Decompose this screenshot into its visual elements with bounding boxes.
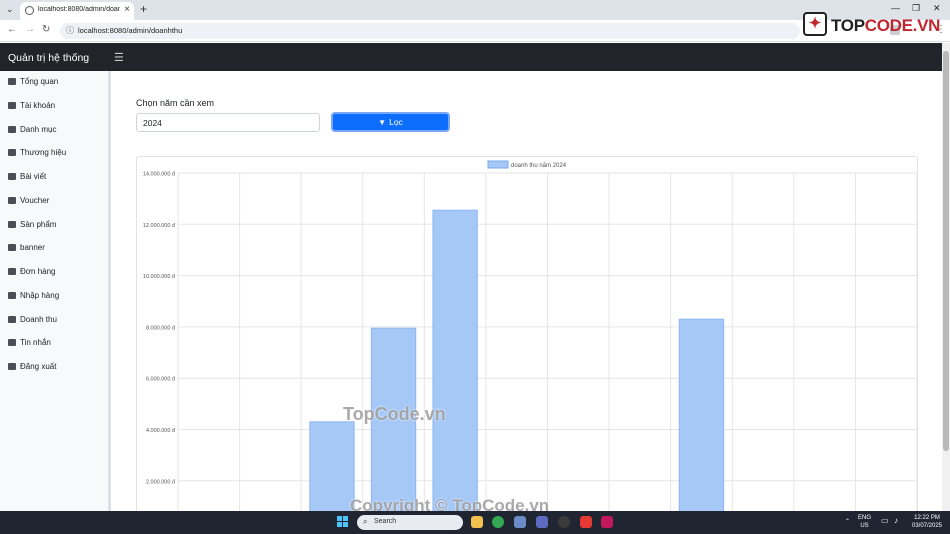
reload-icon[interactable]: ↻ — [42, 24, 50, 35]
logo-mark-icon: ✦ — [803, 12, 827, 36]
sidebar-item[interactable]: Voucher — [8, 196, 49, 210]
taskbar-search-placeholder: Search — [374, 518, 397, 525]
user-icon — [8, 101, 16, 109]
sidebar-item-label: Danh mục — [20, 124, 57, 134]
sidebar-item-label: Sản phẩm — [20, 219, 57, 229]
url-field[interactable]: ⓘ localhost:8080/admin/doanhthu — [60, 23, 800, 39]
forward-icon[interactable]: → — [25, 24, 35, 35]
sidebar-item[interactable]: Nhập hàng — [8, 291, 59, 305]
windows-start-icon[interactable] — [337, 516, 349, 528]
watermark-center: TopCode.vn — [343, 404, 446, 424]
sidebar-item-label: banner — [20, 243, 45, 253]
y-tick-label: 6.000.000 đ — [146, 377, 176, 383]
shirt-icon — [8, 220, 16, 228]
chat-icon — [8, 339, 16, 347]
app-icon[interactable] — [580, 516, 592, 528]
close-tab-icon[interactable]: × — [124, 4, 130, 15]
sidebar-item[interactable]: Danh mục — [8, 125, 56, 139]
sidebar-item-label: Nhập hàng — [20, 290, 60, 300]
table-icon — [8, 149, 16, 157]
filter-button-label: Lọc — [389, 117, 403, 127]
year-input[interactable] — [136, 113, 320, 132]
funnel-icon: ▼ — [378, 118, 387, 127]
image-icon — [8, 244, 16, 252]
admin-navbar: Quản trị hệ thống ☰ — [0, 43, 942, 71]
page-scrollbar[interactable] — [942, 43, 950, 511]
y-tick-label: 8.000.000 đ — [146, 325, 176, 331]
chrome-icon[interactable] — [492, 516, 504, 528]
ticket-icon — [8, 196, 16, 204]
main-content: Chọn năm cần xem ▼Lọc 14.000.000 đ 12.000… — [114, 71, 942, 516]
globe-icon — [25, 6, 34, 15]
newspaper-icon — [8, 173, 16, 180]
y-tick-label: 10.000.000 đ — [143, 274, 176, 280]
app-icon[interactable] — [558, 516, 570, 528]
sidebar: Tổng quan Tài khoản Danh mục Thương hiệu Bài… — [0, 71, 111, 511]
app-icon[interactable] — [514, 516, 526, 528]
sidebar-item[interactable]: Thương hiệu — [8, 148, 66, 162]
sidebar-item-label: Voucher — [20, 195, 50, 205]
sidebar-item-label: Thương hiệu — [20, 148, 67, 158]
clock[interactable]: 12:22 PM 03/07/2025 — [908, 514, 946, 530]
tab-title: localhost:8080/admin/doanhthu — [38, 6, 120, 13]
chart-icon — [8, 315, 16, 323]
sidebar-item[interactable]: Tin nhắn — [8, 338, 51, 352]
sidebar-item[interactable]: Tổng quan — [8, 77, 58, 91]
taskbar-search[interactable]: ⌕ Search — [357, 515, 463, 530]
chart-bar — [432, 209, 478, 515]
teams-icon[interactable] — [536, 516, 548, 528]
window-close-icon[interactable]: ✕ — [933, 3, 941, 14]
sidebar-item[interactable]: Sản phẩm — [8, 220, 56, 234]
back-icon[interactable]: ← — [7, 24, 17, 35]
volume-icon[interactable]: ♪ — [894, 517, 898, 525]
table-icon — [8, 125, 16, 133]
scrollbar-thumb[interactable] — [943, 51, 949, 451]
url-text: localhost:8080/admin/doanhthu — [78, 26, 183, 35]
sidebar-item[interactable]: Tài khoản — [8, 101, 55, 115]
language-indicator[interactable]: ENG US — [858, 514, 871, 530]
sidebar-item-label: Đăng xuất — [20, 362, 57, 371]
file-explorer-icon[interactable] — [471, 516, 483, 528]
sidebar-item[interactable]: Doanh thu — [8, 315, 57, 329]
y-tick-label: 2.000.000 đ — [146, 479, 176, 485]
y-tick-label: 12.000.000 đ — [143, 223, 176, 229]
sidebar-item-label: Bài viết — [20, 172, 47, 181]
chart-bar — [678, 318, 725, 515]
sidebar-item[interactable]: banner — [8, 243, 45, 257]
site-info-icon[interactable]: ⓘ — [66, 25, 74, 36]
topcode-logo: ✦ TOPCODE.VN — [803, 12, 940, 40]
sidebar-toggle-icon[interactable]: ☰ — [114, 51, 124, 64]
sidebar-item-label: Tổng quan — [20, 77, 59, 86]
tray-chevron-icon[interactable]: ⌃ — [845, 518, 850, 526]
revenue-bar-chart: 14.000.000 đ 12.000.000 đ 10.000.000 đ 8.00… — [143, 160, 917, 515]
network-icon[interactable]: ▭ — [881, 517, 889, 525]
cart-icon — [8, 291, 16, 299]
brand-title[interactable]: Quản trị hệ thống — [8, 52, 89, 64]
legend-swatch — [487, 160, 509, 169]
filter-button[interactable]: ▼ Lọc — [331, 112, 450, 132]
year-select-label: Chọn năm cần xem — [136, 98, 215, 108]
revenue-chart: 14.000.000 đ 12.000.000 đ 10.000.000 đ 8.00… — [136, 156, 918, 516]
sidebar-item[interactable]: Bài viết — [8, 172, 46, 186]
browser-tab[interactable]: localhost:8080/admin/doanhthu × — [20, 2, 134, 20]
sign-out-icon — [8, 363, 16, 370]
chart-bar — [309, 421, 355, 515]
sidebar-item-label: Đơn hàng — [20, 267, 56, 276]
tab-list-chevron-icon[interactable]: ⌄ — [6, 4, 14, 15]
new-tab-icon[interactable]: + — [140, 2, 147, 16]
windows-taskbar: ⌕ Search ⌃ ENG US ▭ ♪ 12:22 PM 03/07/2025 — [0, 511, 950, 534]
legend-label: doanh thu năm 2024 — [511, 163, 567, 169]
cart-icon — [8, 268, 16, 275]
sidebar-item[interactable]: Đăng xuất — [8, 362, 56, 376]
y-tick-label: 4.000.000 đ — [146, 428, 176, 434]
y-tick-label: 14.000.000 đ — [143, 172, 176, 178]
logo-text: TOPCODE.VN — [831, 16, 941, 35]
sidebar-item-label: Tin nhắn — [20, 338, 51, 348]
intellij-icon[interactable] — [601, 516, 613, 528]
search-icon: ⌕ — [363, 517, 368, 526]
dashboard-icon — [8, 78, 16, 85]
sidebar-item-label: Doanh thu — [20, 314, 57, 324]
sidebar-item-label: Tài khoản — [20, 100, 56, 110]
sidebar-item[interactable]: Đơn hàng — [8, 267, 56, 281]
